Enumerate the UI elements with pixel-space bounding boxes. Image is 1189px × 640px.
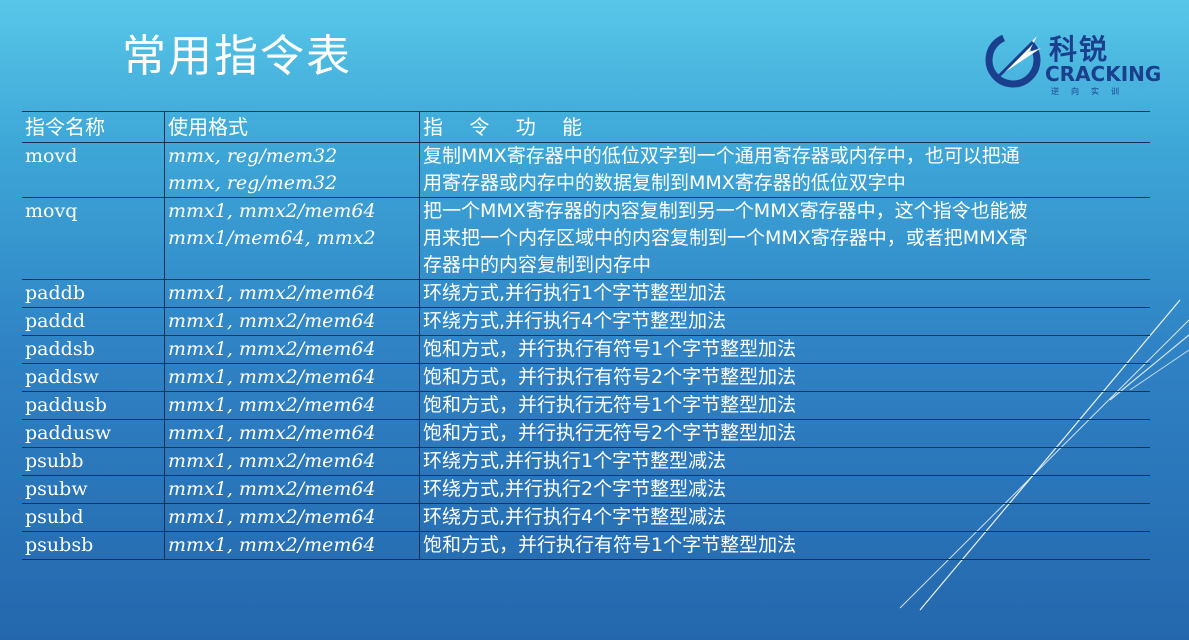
function-line: 把一个MMX寄存器的内容复制到另一个MMX寄存器中，这个指令也能被 [423, 200, 1028, 222]
instruction-name: paddd [22, 307, 165, 336]
format-line: mmx1, mmx2/mem64 [168, 506, 376, 528]
function-line: 环绕方式,并行执行1个字节整型减法 [423, 450, 727, 472]
function-line: 复制MMX寄存器中的低位双字到一个通用寄存器或内存中，也可以把通 [423, 145, 1020, 167]
function-line: 环绕方式,并行执行4个字节整型加法 [423, 310, 727, 332]
instruction-function: 环绕方式,并行执行2个字节整型减法 [419, 475, 1150, 504]
table-row: movd mmx, reg/mem32 mmx, reg/mem32 复制MMX寄存器… [22, 142, 1150, 198]
table-row: psubw mmx1, mmx2/mem64 环绕方式,并行执行2个字节整型减法 [22, 475, 1150, 504]
instruction-function: 饱和方式，并行执行有符号1个字节整型加法 [419, 335, 1150, 364]
instruction-function: 饱和方式，并行执行有符号2个字节整型加法 [419, 363, 1150, 392]
instruction-format: mmx1, mmx2/mem64 [164, 335, 420, 364]
instruction-name: paddb [22, 279, 165, 308]
table-row: paddsb mmx1, mmx2/mem64 饱和方式，并行执行有符号1个字节整型… [22, 335, 1150, 364]
instruction-function: 把一个MMX寄存器的内容复制到另一个MMX寄存器中，这个指令也能被 用来把一个内存… [419, 197, 1150, 280]
table-row: movq mmx1, mmx2/mem64 mmx1/mem64, mmx2 把一个M… [22, 197, 1150, 280]
instruction-function: 环绕方式,并行执行4个字节整型减法 [419, 503, 1150, 532]
function-line: 存器中的内容复制到内存中 [423, 254, 652, 276]
instruction-name: psubw [22, 475, 165, 504]
format-line: mmx1, mmx2/mem64 [168, 422, 376, 444]
format-line: mmx1, mmx2/mem64 [168, 394, 376, 416]
table-row: paddsw mmx1, mmx2/mem64 饱和方式，并行执行有符号2个字节整型… [22, 363, 1150, 392]
instruction-format: mmx1, mmx2/mem64 [164, 391, 420, 420]
function-line: 环绕方式,并行执行1个字节整型加法 [423, 282, 727, 304]
instruction-format: mmx1, mmx2/mem64 [164, 363, 420, 392]
format-line: mmx, reg/mem32 [168, 145, 338, 167]
table-row: psubd mmx1, mmx2/mem64 环绕方式,并行执行4个字节整型减法 [22, 503, 1150, 532]
instruction-function: 环绕方式,并行执行1个字节整型加法 [419, 279, 1150, 308]
instruction-format: mmx, reg/mem32 mmx, reg/mem32 [164, 142, 420, 198]
instruction-format: mmx1, mmx2/mem64 mmx1/mem64, mmx2 [164, 197, 420, 280]
instruction-function: 饱和方式，并行执行无符号1个字节整型加法 [419, 391, 1150, 420]
format-line: mmx1, mmx2/mem64 [168, 450, 376, 472]
logo-mark-icon [985, 32, 1041, 88]
instruction-function: 环绕方式,并行执行4个字节整型加法 [419, 307, 1150, 336]
format-line: mmx1, mmx2/mem64 [168, 200, 376, 222]
instruction-name: psubd [22, 503, 165, 532]
instruction-name: movd [22, 142, 165, 198]
instruction-name: movq [22, 197, 165, 280]
format-line: mmx, reg/mem32 [168, 172, 338, 194]
function-line: 饱和方式，并行执行有符号2个字节整型加法 [423, 366, 797, 388]
instruction-name: paddusb [22, 391, 165, 420]
function-line: 环绕方式,并行执行4个字节整型减法 [423, 506, 727, 528]
instruction-format: mmx1, mmx2/mem64 [164, 419, 420, 448]
function-line: 用寄存器或内存中的数据复制到MMX寄存器的低位双字中 [423, 172, 906, 194]
format-line: mmx1, mmx2/mem64 [168, 366, 376, 388]
header-function: 指 令 功 能 [419, 111, 1150, 143]
instruction-function: 饱和方式，并行执行有符号1个字节整型加法 [419, 531, 1150, 560]
instruction-name: psubb [22, 447, 165, 476]
table-row: psubb mmx1, mmx2/mem64 环绕方式,并行执行1个字节整型减法 [22, 447, 1150, 476]
instruction-format: mmx1, mmx2/mem64 [164, 531, 420, 560]
format-line: mmx1, mmx2/mem64 [168, 310, 376, 332]
instruction-format: mmx1, mmx2/mem64 [164, 503, 420, 532]
function-line: 环绕方式,并行执行2个字节整型减法 [423, 478, 727, 500]
instruction-name: paddsw [22, 363, 165, 392]
table-row: paddusw mmx1, mmx2/mem64 饱和方式，并行执行无符号2个字节整… [22, 419, 1150, 448]
cracking-logo: 科锐 CRACKING 逆向实训 [985, 28, 1175, 100]
header-format: 使用格式 [164, 111, 420, 143]
instruction-name: paddsb [22, 335, 165, 364]
table-row: psubsb mmx1, mmx2/mem64 饱和方式，并行执行有符号1个字节整型… [22, 531, 1150, 560]
instruction-name: paddusw [22, 419, 165, 448]
format-line: mmx1, mmx2/mem64 [168, 478, 376, 500]
table-row: paddb mmx1, mmx2/mem64 环绕方式,并行执行1个字节整型加法 [22, 279, 1150, 308]
instruction-function: 饱和方式，并行执行无符号2个字节整型加法 [419, 419, 1150, 448]
function-line: 用来把一个内存区域中的内容复制到一个MMX寄存器中，或者把MMX寄 [423, 227, 1028, 249]
table-row: paddusb mmx1, mmx2/mem64 饱和方式，并行执行无符号1个字节整… [22, 391, 1150, 420]
page-title: 常用指令表 [122, 31, 352, 82]
function-line: 饱和方式，并行执行有符号1个字节整型加法 [423, 338, 797, 360]
instruction-format: mmx1, mmx2/mem64 [164, 307, 420, 336]
function-line: 饱和方式，并行执行无符号1个字节整型加法 [423, 394, 797, 416]
table-row: paddd mmx1, mmx2/mem64 环绕方式,并行执行4个字节整型加法 [22, 307, 1150, 336]
format-line: mmx1, mmx2/mem64 [168, 282, 376, 304]
instruction-format: mmx1, mmx2/mem64 [164, 279, 420, 308]
instruction-function: 环绕方式,并行执行1个字节整型减法 [419, 447, 1150, 476]
logo-tagline: 逆向实训 [1051, 87, 1131, 96]
function-line: 饱和方式，并行执行无符号2个字节整型加法 [423, 422, 797, 444]
format-line: mmx1, mmx2/mem64 [168, 534, 376, 556]
instruction-table: 指令名称 使用格式 指 令 功 能 movd mmx, reg/mem32 mmx,… [22, 111, 1150, 560]
header-name: 指令名称 [22, 111, 165, 143]
instruction-format: mmx1, mmx2/mem64 [164, 447, 420, 476]
table-header-row: 指令名称 使用格式 指 令 功 能 [22, 111, 1150, 143]
logo-name-en: CRACKING [1045, 62, 1162, 86]
instruction-function: 复制MMX寄存器中的低位双字到一个通用寄存器或内存中，也可以把通 用寄存器或内存中… [419, 142, 1150, 198]
format-line: mmx1/mem64, mmx2 [168, 227, 376, 249]
function-line: 饱和方式，并行执行有符号1个字节整型加法 [423, 534, 797, 556]
instruction-format: mmx1, mmx2/mem64 [164, 475, 420, 504]
format-line: mmx1, mmx2/mem64 [168, 338, 376, 360]
instruction-name: psubsb [22, 531, 165, 560]
